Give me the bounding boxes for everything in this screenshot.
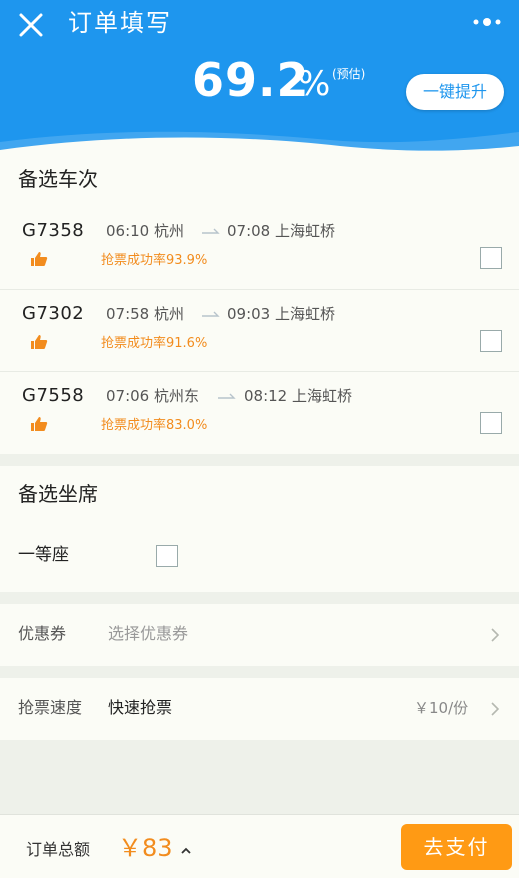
seat-option-label: 一等座 [18,545,69,565]
arrow-right-icon [202,311,220,317]
close-icon[interactable] [16,10,46,40]
departure-station: 杭州东 [154,387,200,405]
success-rate-text: 抢票成功率83.0% [101,418,208,433]
coupon-row[interactable]: 优惠券 选择优惠券 [0,604,519,666]
departure-station: 杭州 [154,305,185,323]
departure-time: 07:58 [106,305,150,323]
train-checkbox[interactable] [480,330,502,352]
arrival-time: 08:12 [244,387,288,405]
chevron-right-icon [491,628,500,642]
order-footer: 订单总额 ￥83 去支付 [0,814,519,878]
train-row[interactable]: G7558 07:06 杭州东 08:12 上海虹桥 抢票成功率83.0% [0,371,519,453]
header-banner: 订单填写 69.2 % (预估) 一键提升 [0,0,519,165]
success-rate-text: 抢票成功率91.6% [101,336,208,351]
speed-label: 抢票速度 [18,698,83,717]
boost-button[interactable]: 一键提升 [406,74,504,110]
success-rate-text: 抢票成功率93.9% [101,253,208,268]
seat-checkbox[interactable] [156,545,178,567]
seat-section: 备选坐席 一等座 [0,466,519,592]
success-rate-unit: % [298,64,331,104]
arrival-station: 上海虹桥 [292,387,353,405]
train-number: G7358 [22,220,85,241]
chevron-right-icon [491,702,500,716]
departure-info: 06:10 杭州 [106,221,184,241]
section-title-trains: 备选车次 [18,167,98,191]
page-title: 订单填写 [68,9,172,37]
thumbs-up-icon [31,335,48,349]
total-label: 订单总额 [26,840,91,859]
train-number: G7558 [22,385,85,406]
success-rate-value: 69.2 [192,53,310,107]
arrival-station: 上海虹桥 [275,222,336,240]
arrival-info: 09:03 上海虹桥 [227,304,335,324]
arrival-station: 上海虹桥 [275,305,336,323]
total-amount: ￥83 [118,834,173,862]
speed-value: 快速抢票 [108,698,173,717]
train-section: 备选车次 G7358 06:10 杭州 07:08 上海虹桥 抢票成功率93.9… [0,151,519,454]
thumbs-up-icon [31,252,48,266]
arrow-right-icon [202,228,220,234]
departure-station: 杭州 [154,222,185,240]
coupon-label: 优惠券 [18,624,67,643]
arrival-info: 08:12 上海虹桥 [244,386,352,406]
arrival-time: 07:08 [227,222,271,240]
arrow-right-icon [218,393,236,399]
train-checkbox[interactable] [480,412,502,434]
departure-info: 07:58 杭州 [106,304,184,324]
speed-row[interactable]: 抢票速度 快速抢票 ￥10/份 [0,678,519,740]
departure-time: 07:06 [106,387,150,405]
more-dots-icon[interactable] [470,12,506,32]
train-row[interactable]: G7302 07:58 杭州 09:03 上海虹桥 抢票成功率91.6% [0,289,519,371]
arrival-time: 09:03 [227,305,271,323]
success-rate-note: (预估) [332,67,366,81]
departure-time: 06:10 [106,222,150,240]
thumbs-up-icon [31,417,48,431]
train-number: G7302 [22,303,85,324]
train-row[interactable]: G7358 06:10 杭州 07:08 上海虹桥 抢票成功率93.9% [0,207,519,289]
coupon-placeholder: 选择优惠券 [108,624,189,643]
arrival-info: 07:08 上海虹桥 [227,221,335,241]
pay-button[interactable]: 去支付 [401,824,512,870]
section-title-seats: 备选坐席 [18,482,98,506]
train-checkbox[interactable] [480,247,502,269]
chevron-up-icon[interactable] [180,845,192,855]
departure-info: 07:06 杭州东 [106,386,199,406]
speed-price: ￥10/份 [414,699,469,717]
